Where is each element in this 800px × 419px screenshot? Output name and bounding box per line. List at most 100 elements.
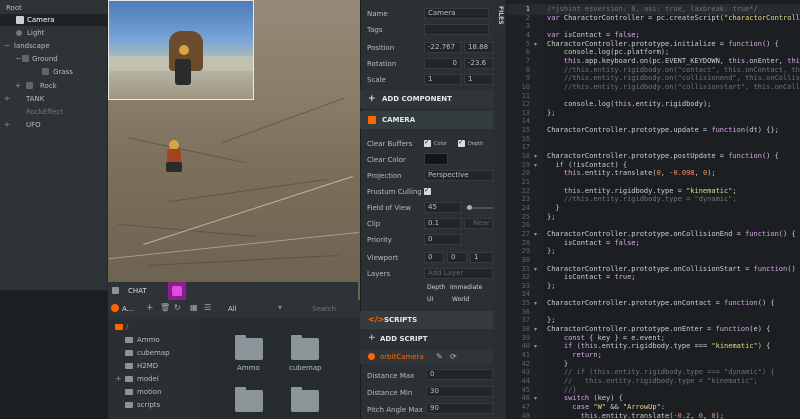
code-line[interactable]: switch (key) {: [547, 394, 623, 402]
code-line[interactable]: console.log(pc.platform);: [547, 48, 669, 56]
code-line[interactable]: this.entity.translate(0, -0.098, 0);: [547, 169, 716, 177]
edit-icon[interactable]: ✎: [436, 352, 443, 361]
clear-depth-checkbox[interactable]: [458, 138, 465, 147]
fold-icon[interactable]: ▾: [534, 326, 537, 333]
camera-component-header[interactable]: CAMERA: [360, 111, 493, 129]
code-line[interactable]: if (!isContact) {: [547, 161, 627, 169]
distance-min-input[interactable]: 30: [426, 386, 493, 397]
layer-tag[interactable]: World: [452, 296, 469, 303]
code-line[interactable]: //this.entity.rigidbody.on("collisionsta…: [547, 83, 800, 91]
rotation-x-input[interactable]: 0: [424, 58, 461, 69]
asset-grid-folder[interactable]: [286, 386, 326, 419]
code-line[interactable]: //this.entity.rigidbody.on("contact", th…: [547, 66, 800, 74]
code-line[interactable]: CharactorController.prototype.update = f…: [547, 126, 779, 134]
code-line[interactable]: isContact = false;: [547, 239, 640, 247]
fov-slider-handle[interactable]: [467, 205, 472, 210]
code-line[interactable]: CharactorController.prototype.initialize…: [547, 40, 779, 48]
chevron-down-icon[interactable]: ▾: [278, 303, 282, 312]
expand-icon[interactable]: +: [115, 373, 122, 385]
grid-view-icon[interactable]: ▦: [190, 303, 198, 312]
collapse-icon[interactable]: −: [3, 40, 11, 52]
fold-icon[interactable]: ▾: [534, 231, 537, 238]
toggle-icon[interactable]: [368, 353, 375, 360]
code-line[interactable]: CharactorController.prototype.onCollisio…: [547, 265, 800, 273]
clear-color-checkbox[interactable]: [424, 138, 431, 147]
code-line[interactable]: };: [547, 213, 555, 221]
code-line[interactable]: this.entity.rigidbody.type = "kinematic"…: [547, 187, 737, 195]
list-view-icon[interactable]: ☰: [204, 303, 211, 312]
code-line[interactable]: CharactorController.prototype.onEnter = …: [547, 325, 770, 333]
viewport-x-input[interactable]: 0: [424, 252, 444, 263]
asset-grid-folder[interactable]: cubemap: [286, 334, 326, 376]
code-line[interactable]: case "W" && "ArrowUp":: [547, 403, 665, 411]
fold-icon[interactable]: ▾: [534, 41, 537, 48]
add-script-button[interactable]: + ADD SCRIPT: [360, 329, 493, 349]
layer-tag[interactable]: UI: [427, 296, 433, 303]
code-line[interactable]: }: [547, 204, 559, 212]
code-line[interactable]: /*jshint esversion: 6, asi: true, laxbre…: [547, 5, 758, 13]
code-line[interactable]: //}: [547, 386, 577, 394]
asset-grid-folder[interactable]: Ammo: [232, 334, 266, 376]
viewport-y-input[interactable]: 0: [447, 252, 467, 263]
fold-icon[interactable]: ▾: [534, 395, 537, 402]
rotation-y-input[interactable]: -23.6: [464, 58, 493, 69]
code-line[interactable]: //this.entity.rigidbody.on("collisionend…: [547, 74, 800, 82]
tags-input[interactable]: [424, 24, 489, 35]
layer-tag[interactable]: Depth: [427, 284, 445, 291]
distance-max-input[interactable]: 0: [426, 369, 493, 380]
code-line[interactable]: var isContact = false;: [547, 31, 640, 39]
hierarchy-item-landscape[interactable]: − landscape: [0, 40, 108, 52]
scale-x-input[interactable]: 1: [424, 74, 461, 85]
hierarchy-item-ufo[interactable]: + UFO: [0, 119, 108, 131]
clip-far-input[interactable]: Near: [464, 218, 493, 229]
delete-icon[interactable]: 🗑: [160, 303, 170, 312]
add-layer-input[interactable]: Add Layer: [424, 268, 493, 279]
scripts-component-header[interactable]: </> SCRIPTS: [360, 311, 493, 329]
code-line[interactable]: CharactorController.prototype.onCollisio…: [547, 230, 796, 238]
code-line[interactable]: // if (this.entity.rigidbody.type === "d…: [547, 368, 775, 376]
priority-input[interactable]: 0: [424, 234, 461, 245]
code-line[interactable]: CharactorController.prototype.onContact …: [547, 299, 775, 307]
viewport-w-input[interactable]: 1: [470, 252, 493, 263]
character-model[interactable]: [163, 140, 185, 176]
hierarchy-item-camera[interactable]: Camera: [0, 14, 108, 26]
chat-label[interactable]: CHAT: [128, 287, 147, 295]
code-line[interactable]: var CharactorController = pc.createScrip…: [547, 14, 800, 22]
code-line[interactable]: const { key } = e.event;: [547, 334, 665, 342]
user-avatar[interactable]: [168, 282, 186, 300]
code-line[interactable]: };: [547, 282, 555, 290]
add-asset-icon[interactable]: +: [146, 303, 154, 313]
collapse-icon[interactable]: −: [14, 53, 22, 65]
files-tab-label[interactable]: FILES: [497, 6, 504, 25]
code-line[interactable]: console.log(this.entity.rigidbody);: [547, 100, 712, 108]
code-line[interactable]: //this.entity.rigidbody.type = "dynamic"…: [547, 195, 737, 203]
hierarchy-item-light[interactable]: Light: [0, 27, 108, 39]
layer-tag[interactable]: Immediate: [450, 284, 482, 291]
entity-name-input[interactable]: Camera: [424, 8, 489, 19]
expand-icon[interactable]: +: [3, 93, 11, 105]
add-component-button[interactable]: + ADD COMPONENT: [360, 90, 493, 108]
frustum-culling-checkbox[interactable]: [424, 186, 431, 195]
projection-select[interactable]: Perspective: [424, 170, 493, 181]
hierarchy-item-rock[interactable]: + Rock: [0, 80, 108, 92]
fold-icon[interactable]: ▾: [534, 300, 537, 307]
code-line[interactable]: };: [547, 247, 555, 255]
refresh-icon[interactable]: ⟳: [450, 352, 457, 361]
fold-icon[interactable]: ▾: [534, 153, 537, 160]
code-line[interactable]: }: [547, 360, 568, 368]
hierarchy-item-tank[interactable]: + TANK: [0, 93, 108, 105]
asset-search-input[interactable]: Search: [312, 305, 336, 313]
hierarchy-item-grass[interactable]: Grass: [0, 66, 108, 78]
code-line[interactable]: };: [547, 316, 555, 324]
pitch-angle-max-input[interactable]: 90: [426, 403, 493, 414]
code-line[interactable]: if (this.entity.rigidbody.type === "kine…: [547, 342, 771, 350]
refresh-icon[interactable]: ↻: [174, 303, 181, 312]
clip-near-input[interactable]: 0.1: [424, 218, 461, 229]
code-line[interactable]: };: [547, 109, 555, 117]
scale-y-input[interactable]: 1: [464, 74, 493, 85]
fov-input[interactable]: 45: [424, 202, 461, 213]
code-line[interactable]: return;: [547, 351, 602, 359]
clear-color-swatch[interactable]: [424, 153, 448, 165]
fold-icon[interactable]: ▾: [534, 343, 537, 350]
expand-icon[interactable]: +: [14, 80, 22, 92]
